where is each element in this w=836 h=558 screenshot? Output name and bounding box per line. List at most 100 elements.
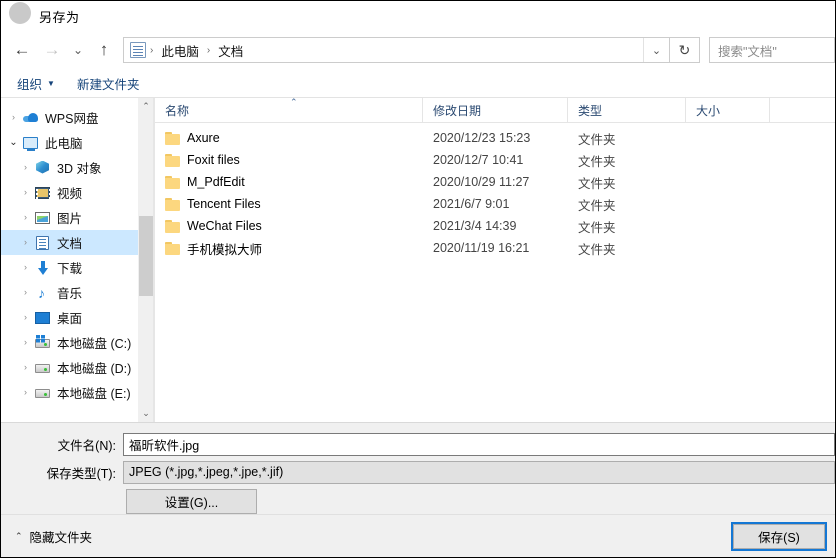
filename-value: 福昕软件.jpg — [129, 438, 200, 453]
column-headers: 名称 ⌃ 修改日期 类型 大小 — [155, 98, 835, 123]
chevron-right-icon[interactable]: › — [17, 338, 34, 347]
scroll-down-icon[interactable]: ⌄ — [138, 405, 154, 422]
file-name-label: Foxit files — [187, 153, 240, 167]
sidebar-item-label: 音乐 — [57, 287, 83, 301]
sidebar-scrollbar[interactable]: ⌃ ⌄ — [138, 98, 154, 422]
sidebar-item-label: 本地磁盘 (D:) — [57, 362, 132, 376]
sidebar-item-label: WPS网盘 — [45, 112, 99, 126]
documents-icon — [34, 235, 52, 251]
scrollbar-thumb[interactable] — [139, 216, 153, 296]
sidebar-item-2[interactable]: › 3D 对象 — [1, 155, 138, 180]
sidebar-item-4[interactable]: › 图片 — [1, 205, 138, 230]
new-folder-label: 新建文件夹 — [76, 77, 140, 92]
breadcrumb-separator: › — [150, 44, 154, 56]
recent-locations-button[interactable]: ⌄ — [67, 35, 89, 65]
table-row[interactable]: 手机模拟大师 2020/11/19 16:21 文件夹 — [155, 237, 835, 259]
3d-objects-icon — [34, 160, 52, 176]
sidebar-item-8[interactable]: › 桌面 — [1, 305, 138, 330]
column-header-type-label: 类型 — [578, 103, 603, 118]
documents-icon — [130, 42, 146, 58]
file-date-cell: 2020/12/7 10:41 — [433, 153, 524, 167]
save-as-dialog: 另存为 ← → ⌄ ↑ › 此电脑 › 文档 ⌄ ↻ 搜索"文档" 组织 ▼ 新… — [0, 0, 836, 558]
folder-icon — [165, 175, 180, 189]
table-row[interactable]: WeChat Files 2021/3/4 14:39 文件夹 — [155, 215, 835, 237]
column-header-date[interactable]: 修改日期 — [423, 98, 568, 122]
file-type-cell: 文件夹 — [578, 242, 616, 257]
file-type-cell: 文件夹 — [578, 220, 616, 235]
dialog-footer: ⌃ 隐藏文件夹 保存(S) — [1, 514, 835, 557]
downloads-icon — [34, 260, 52, 276]
filetype-select[interactable]: JPEG (*.jpg,*.jpeg,*.jpe,*.jif) — [123, 460, 835, 484]
breadcrumb[interactable]: › 此电脑 › 文档 — [124, 41, 643, 60]
chevron-right-icon[interactable]: › — [17, 188, 34, 197]
save-button[interactable]: 保存(S) — [731, 521, 827, 551]
navigation-bar: ← → ⌄ ↑ › 此电脑 › 文档 ⌄ ↻ 搜索"文档" — [1, 31, 835, 69]
breadcrumb-item-documents[interactable]: 文档 — [214, 41, 247, 60]
refresh-icon[interactable]: ↻ — [670, 37, 700, 63]
table-row[interactable]: M_PdfEdit 2020/10/29 11:27 文件夹 — [155, 171, 835, 193]
navigation-tree[interactable]: › WPS网盘 ⌄ 此电脑 › 3D 对象 › 视频 › 图片 › 文档 › 下载 › ♪ 音乐 › 桌面 › 本地磁盘… — [1, 98, 138, 422]
back-button[interactable]: ← — [7, 35, 37, 65]
file-list-pane: 名称 ⌃ 修改日期 类型 大小 Axure 2020/12/23 15:23 文件夹… — [154, 98, 835, 422]
chevron-right-icon[interactable]: › — [17, 263, 34, 272]
file-name-cell: Tencent Files — [155, 197, 423, 211]
chevron-down-icon: ▼ — [47, 78, 55, 88]
file-rows[interactable]: Axure 2020/12/23 15:23 文件夹 Foxit files 2020/… — [155, 123, 835, 422]
scroll-up-icon[interactable]: ⌃ — [138, 98, 154, 115]
sidebar-item-0[interactable]: › WPS网盘 — [1, 105, 138, 130]
drive-icon — [34, 360, 52, 376]
address-bar[interactable]: › 此电脑 › 文档 ⌄ — [123, 37, 670, 63]
chevron-right-icon[interactable]: › — [17, 213, 34, 222]
filetype-row: 保存类型(T): JPEG (*.jpg,*.jpeg,*.jpe,*.jif) — [1, 460, 835, 484]
sidebar-item-5[interactable]: › 文档 — [1, 230, 138, 255]
chevron-right-icon[interactable]: › — [17, 363, 34, 372]
videos-icon — [34, 185, 52, 201]
hide-folders-toggle[interactable]: ⌃ 隐藏文件夹 — [15, 527, 92, 546]
file-type-cell: 文件夹 — [578, 154, 616, 169]
file-name-label: WeChat Files — [187, 219, 262, 233]
filename-input[interactable]: 福昕软件.jpg — [123, 432, 835, 456]
folder-icon — [165, 131, 180, 145]
sidebar-item-6[interactable]: › 下载 — [1, 255, 138, 280]
sidebar-item-7[interactable]: › ♪ 音乐 — [1, 280, 138, 305]
sidebar-item-label: 图片 — [57, 212, 83, 226]
settings-button[interactable]: 设置(G)... — [126, 489, 257, 514]
folder-icon — [165, 153, 180, 167]
new-folder-button[interactable]: 新建文件夹 — [77, 74, 140, 93]
sidebar-item-label: 视频 — [57, 187, 83, 201]
chevron-down-icon[interactable]: ⌄ — [5, 137, 22, 148]
chevron-right-icon[interactable]: › — [17, 313, 34, 322]
desktop-icon — [34, 310, 52, 326]
chevron-right-icon[interactable]: › — [17, 163, 34, 172]
table-row[interactable]: Tencent Files 2021/6/7 9:01 文件夹 — [155, 193, 835, 215]
sidebar-item-11[interactable]: › 本地磁盘 (E:) — [1, 380, 138, 405]
table-row[interactable]: Axure 2020/12/23 15:23 文件夹 — [155, 127, 835, 149]
organize-button[interactable]: 组织 ▼ — [17, 74, 55, 93]
system-drive-icon — [34, 334, 52, 351]
search-input[interactable]: 搜索"文档" — [709, 37, 835, 63]
column-header-name[interactable]: 名称 ⌃ — [155, 98, 423, 122]
breadcrumb-separator: › — [206, 44, 211, 56]
sidebar-item-10[interactable]: › 本地磁盘 (D:) — [1, 355, 138, 380]
sidebar-item-label: 此电脑 — [45, 137, 83, 151]
breadcrumb-item-this-pc[interactable]: 此电脑 — [157, 41, 203, 60]
column-header-size[interactable]: 大小 — [686, 98, 770, 122]
organize-label: 组织 — [17, 77, 43, 92]
file-date-cell: 2020/10/29 11:27 — [433, 175, 530, 189]
sidebar-item-9[interactable]: › 本地磁盘 (C:) — [1, 330, 138, 355]
chevron-right-icon[interactable]: › — [17, 288, 34, 297]
column-header-type[interactable]: 类型 — [568, 98, 686, 122]
chevron-down-icon[interactable]: ⌄ — [643, 38, 669, 62]
sidebar-item-1[interactable]: ⌄ 此电脑 — [1, 130, 138, 155]
file-name-cell: WeChat Files — [155, 219, 423, 233]
up-button[interactable]: ↑ — [89, 35, 119, 65]
column-header-size-label: 大小 — [696, 103, 721, 118]
table-row[interactable]: Foxit files 2020/12/7 10:41 文件夹 — [155, 149, 835, 171]
pc-icon — [22, 135, 40, 151]
chevron-right-icon[interactable]: › — [17, 238, 34, 247]
chevron-right-icon[interactable]: › — [5, 113, 22, 122]
file-type-cell: 文件夹 — [578, 176, 616, 191]
sidebar-item-3[interactable]: › 视频 — [1, 180, 138, 205]
chevron-right-icon[interactable]: › — [17, 388, 34, 397]
app-circle-icon — [9, 2, 31, 25]
